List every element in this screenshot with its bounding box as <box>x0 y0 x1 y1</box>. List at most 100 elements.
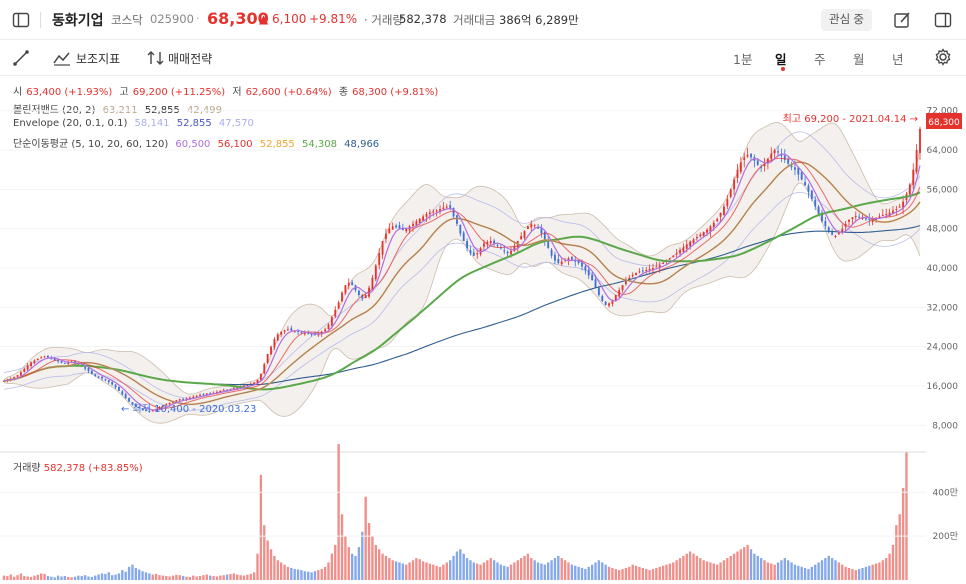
price-tick-label: 32,000 <box>927 303 959 313</box>
volume-bar <box>658 566 661 580</box>
volume-bar <box>834 560 837 580</box>
volume-bar <box>100 573 104 580</box>
volume-bar <box>476 563 479 580</box>
strategy-icon[interactable] <box>146 49 166 67</box>
volume-bar <box>77 575 80 580</box>
volume-bar <box>496 562 499 580</box>
volume-bar <box>905 452 908 580</box>
candle-body <box>351 282 354 286</box>
volume-bar <box>574 565 577 580</box>
volume-bar <box>83 575 87 580</box>
volume-bar <box>641 567 645 580</box>
candle-body <box>679 250 681 254</box>
period-year[interactable]: 년 <box>892 49 904 68</box>
strategy-button[interactable]: 매매전략 <box>168 50 212 67</box>
volume-bar <box>212 576 215 580</box>
price-chart[interactable]: 72,00064,00056,00048,00040,00032,00024,0… <box>0 76 966 584</box>
period-week[interactable]: 주 <box>814 49 826 68</box>
volume-bar <box>817 562 820 580</box>
candle-body <box>391 226 394 230</box>
volume-bar <box>384 555 388 580</box>
volume-bar <box>138 569 141 580</box>
volume-bar <box>215 576 219 580</box>
volume-bar <box>283 564 286 580</box>
candle-body <box>800 172 803 180</box>
volume-bar <box>584 569 587 580</box>
volume-bar <box>350 553 354 580</box>
candle-body <box>837 232 840 235</box>
volume-bar <box>56 575 60 580</box>
candle-body <box>756 160 759 165</box>
volume-bar <box>124 571 127 580</box>
candle-body <box>270 346 272 355</box>
volume-bar <box>888 553 891 580</box>
volume-bar <box>303 571 307 580</box>
candle-body <box>591 274 594 281</box>
volume-bar <box>530 558 533 580</box>
candle-body <box>621 285 624 291</box>
volume-bar <box>317 570 320 580</box>
candle-body <box>33 360 36 363</box>
volume-bar <box>577 566 580 580</box>
volume-bar <box>310 572 313 580</box>
volume-bar <box>719 562 722 580</box>
volume-bar <box>547 562 550 580</box>
candle-body <box>26 365 29 370</box>
candle-body <box>739 162 742 172</box>
market-label: 코스닥 <box>111 13 143 27</box>
volume-bar <box>357 547 361 580</box>
volume-label: · 거래량 <box>364 13 404 27</box>
volume-bar <box>732 553 736 580</box>
period-1min[interactable]: 1분 <box>733 49 752 68</box>
volume-bar <box>499 564 503 580</box>
period-month[interactable]: 월 <box>853 49 865 68</box>
volume-bar <box>854 570 857 580</box>
volume-bar <box>857 569 861 580</box>
volume-bar <box>364 496 367 580</box>
volume-bar <box>256 553 259 580</box>
draw-line-icon[interactable] <box>12 49 30 67</box>
candle-body <box>283 330 286 332</box>
candle-body <box>773 150 776 154</box>
price-axis: 72,00064,00056,00048,00040,00032,00024,0… <box>927 107 959 432</box>
favorite-button[interactable]: 관심 중 <box>821 9 872 31</box>
sidebar-toggle-icon[interactable] <box>12 11 30 29</box>
volume-bar <box>242 575 246 580</box>
volume-bar <box>756 555 759 580</box>
volume-bar <box>276 560 279 580</box>
volume-bar <box>550 560 553 580</box>
candle-body <box>692 239 695 244</box>
volume-bar <box>631 564 634 580</box>
candle-body <box>178 399 181 401</box>
candle-body <box>817 206 820 214</box>
candle-body <box>726 199 729 207</box>
candle-body <box>422 216 425 221</box>
volume-bar <box>114 574 117 580</box>
candle-body <box>222 389 225 391</box>
volume-bar <box>685 553 688 580</box>
volume-bar <box>161 575 165 580</box>
candle-body <box>695 237 698 239</box>
indicator-icon[interactable] <box>52 49 72 67</box>
volume-bar <box>367 523 371 580</box>
volume-bar <box>678 558 682 580</box>
header-divider <box>40 12 41 28</box>
volume-bar <box>202 575 205 580</box>
volume-bar <box>6 576 9 580</box>
volume-bar <box>236 574 239 580</box>
indicator-button[interactable]: 보조지표 <box>76 50 120 67</box>
candle-body <box>787 159 790 164</box>
candle-body <box>445 206 448 208</box>
period-day[interactable]: 일 <box>775 49 787 68</box>
volume-bar <box>259 474 263 580</box>
volume-bar <box>252 572 256 580</box>
candle-body <box>523 231 526 239</box>
volume-bar <box>824 558 827 580</box>
volume-bar <box>175 574 178 580</box>
volume-bar <box>847 567 851 580</box>
settings-gear-icon[interactable] <box>934 48 952 66</box>
volume-bar <box>300 570 303 580</box>
candle-body <box>330 317 333 326</box>
panel-toggle-icon[interactable] <box>934 11 952 29</box>
edit-icon[interactable] <box>893 11 911 29</box>
